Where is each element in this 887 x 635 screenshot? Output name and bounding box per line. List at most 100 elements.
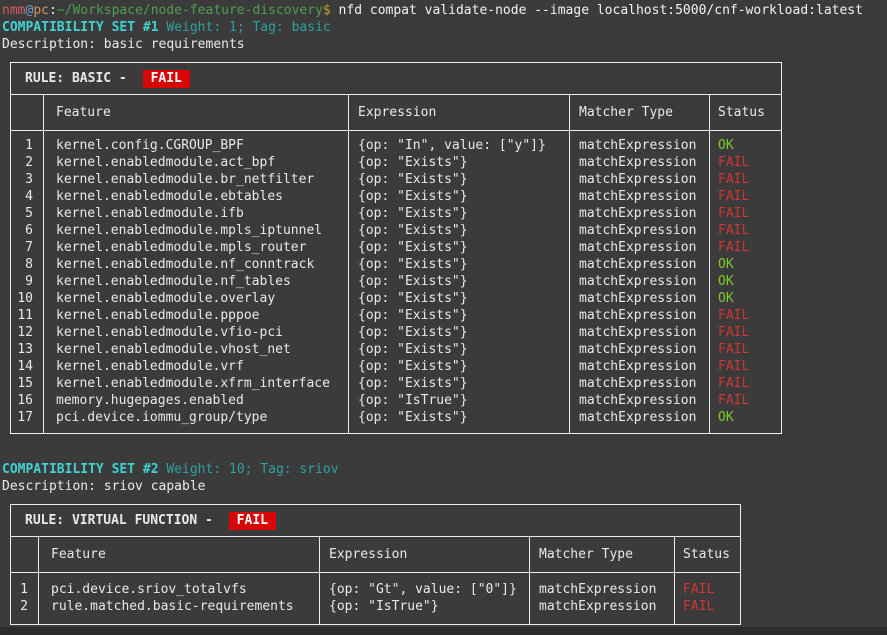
row-number: 2: [11, 598, 38, 615]
matcher-type: matchExpression: [569, 154, 709, 171]
set1-title: COMPATIBILITY SET #1: [2, 20, 159, 35]
window-bottom-edge: [0, 627, 887, 635]
feature-name: kernel.enabledmodule.vfio-pci: [43, 324, 348, 341]
table-row: 2kernel.enabledmodule.act_bpf{op: "Exist…: [11, 154, 781, 171]
set2-header: COMPATIBILITY SET #2 Weight: 10; Tag: sr…: [2, 461, 887, 478]
row-number: 13: [11, 341, 43, 358]
col-header-feature: Feature: [38, 537, 319, 572]
row-number: 1: [11, 137, 43, 154]
row-number: 11: [11, 307, 43, 324]
rule-header-row: RULE: VIRTUAL FUNCTION - FAIL: [11, 505, 740, 537]
row-number: 17: [11, 409, 43, 426]
col-header-feature: Feature: [43, 95, 348, 130]
prompt-path: ~/Workspace/node-feature-discovery: [57, 3, 323, 18]
feature-name: kernel.enabledmodule.br_netfilter: [43, 171, 348, 188]
status-value: FAIL: [709, 205, 781, 222]
table-row: 4kernel.enabledmodule.ebtables{op: "Exis…: [11, 188, 781, 205]
expression-value: {op: "Exists"}: [348, 375, 569, 392]
feature-name: kernel.enabledmodule.overlay: [43, 290, 348, 307]
table-row: 1kernel.config.CGROUP_BPF{op: "In", valu…: [11, 137, 781, 154]
prompt-symbol: $: [323, 3, 331, 18]
rule-status-badge: FAIL: [229, 512, 276, 530]
col-header-matcher-type: Matcher Type: [569, 95, 709, 130]
feature-name: kernel.enabledmodule.nf_conntrack: [43, 256, 348, 273]
row-number: 3: [11, 171, 43, 188]
table-row: 6kernel.enabledmodule.mpls_iptunnel{op: …: [11, 222, 781, 239]
status-value: FAIL: [709, 154, 781, 171]
column-divider: [319, 537, 320, 624]
expression-value: {op: "Exists"}: [348, 341, 569, 358]
expression-value: {op: "Exists"}: [348, 256, 569, 273]
col-header-expression: Expression: [319, 537, 529, 572]
rule-status-badge: FAIL: [143, 70, 190, 88]
matcher-type: matchExpression: [569, 205, 709, 222]
feature-name: kernel.enabledmodule.act_bpf: [43, 154, 348, 171]
expression-value: {op: "IsTrue"}: [319, 598, 529, 615]
table-row: 9kernel.enabledmodule.nf_tables{op: "Exi…: [11, 273, 781, 290]
terminal-window[interactable]: { "colors": { "bg": "#3b3b3b", "border":…: [0, 0, 887, 635]
matcher-type: matchExpression: [569, 324, 709, 341]
column-divider: [569, 95, 570, 433]
column-divider: [529, 537, 530, 624]
table-row: 14kernel.enabledmodule.vrf{op: "Exists"}…: [11, 358, 781, 375]
status-value: FAIL: [709, 188, 781, 205]
table-grid: Feature Expression Matcher Type Status 1…: [11, 537, 740, 624]
expression-value: {op: "Exists"}: [348, 171, 569, 188]
feature-name: kernel.enabledmodule.mpls_iptunnel: [43, 222, 348, 239]
rule-header-row: RULE: BASIC - FAIL: [11, 63, 781, 95]
status-value: OK: [709, 273, 781, 290]
row-number: 1: [11, 581, 38, 598]
expression-value: {op: "Exists"}: [348, 188, 569, 205]
matcher-type: matchExpression: [569, 409, 709, 426]
status-value: FAIL: [709, 239, 781, 256]
matcher-type: matchExpression: [569, 171, 709, 188]
prompt-user: nmm: [2, 3, 25, 18]
status-value: FAIL: [709, 307, 781, 324]
feature-name: memory.hugepages.enabled: [43, 392, 348, 409]
set1-meta: Weight: 1; Tag: basic: [159, 20, 331, 35]
matcher-type: matchExpression: [569, 307, 709, 324]
table-row: 17pci.device.iommu_group/type{op: "Exist…: [11, 409, 781, 426]
expression-value: {op: "Exists"}: [348, 409, 569, 426]
matcher-type: matchExpression: [569, 375, 709, 392]
matcher-type: matchExpression: [569, 137, 709, 154]
table-row: 5kernel.enabledmodule.ifb{op: "Exists"}m…: [11, 205, 781, 222]
status-value: FAIL: [709, 358, 781, 375]
row-number: 2: [11, 154, 43, 171]
rule-label: RULE: BASIC -: [25, 70, 135, 87]
expression-value: {op: "IsTrue"}: [348, 392, 569, 409]
col-header-matcher-type: Matcher Type: [529, 537, 674, 572]
feature-name: kernel.enabledmodule.vhost_net: [43, 341, 348, 358]
feature-name: kernel.enabledmodule.xfrm_interface: [43, 375, 348, 392]
matcher-type: matchExpression: [569, 341, 709, 358]
column-divider: [674, 537, 675, 624]
compatibility-table-1: RULE: BASIC - FAIL Feature Expression Ma…: [10, 62, 782, 434]
expression-value: {op: "Exists"}: [348, 290, 569, 307]
table-grid: Feature Expression Matcher Type Status 1…: [11, 95, 781, 433]
spacer: [0, 53, 887, 62]
matcher-type: matchExpression: [569, 392, 709, 409]
table-row: 8kernel.enabledmodule.nf_conntrack{op: "…: [11, 256, 781, 273]
matcher-type: matchExpression: [569, 273, 709, 290]
feature-name: kernel.config.CGROUP_BPF: [43, 137, 348, 154]
matcher-type: matchExpression: [569, 239, 709, 256]
status-value: FAIL: [674, 598, 740, 615]
table-row: 16memory.hugepages.enabled{op: "IsTrue"}…: [11, 392, 781, 409]
col-header-index: [11, 537, 38, 572]
col-header-index: [11, 95, 43, 130]
row-number: 8: [11, 256, 43, 273]
command-text: nfd compat validate-node --image localho…: [331, 3, 863, 18]
set1-header: COMPATIBILITY SET #1 Weight: 1; Tag: bas…: [2, 19, 887, 36]
row-number: 6: [11, 222, 43, 239]
row-number: 15: [11, 375, 43, 392]
status-value: FAIL: [709, 392, 781, 409]
set2-title: COMPATIBILITY SET #2: [2, 462, 159, 477]
table-body: 1kernel.config.CGROUP_BPF{op: "In", valu…: [11, 131, 781, 433]
row-number: 7: [11, 239, 43, 256]
status-value: FAIL: [709, 171, 781, 188]
col-header-expression: Expression: [348, 95, 569, 130]
status-value: OK: [709, 256, 781, 273]
matcher-type: matchExpression: [569, 358, 709, 375]
status-value: OK: [709, 137, 781, 154]
column-divider: [43, 95, 44, 433]
